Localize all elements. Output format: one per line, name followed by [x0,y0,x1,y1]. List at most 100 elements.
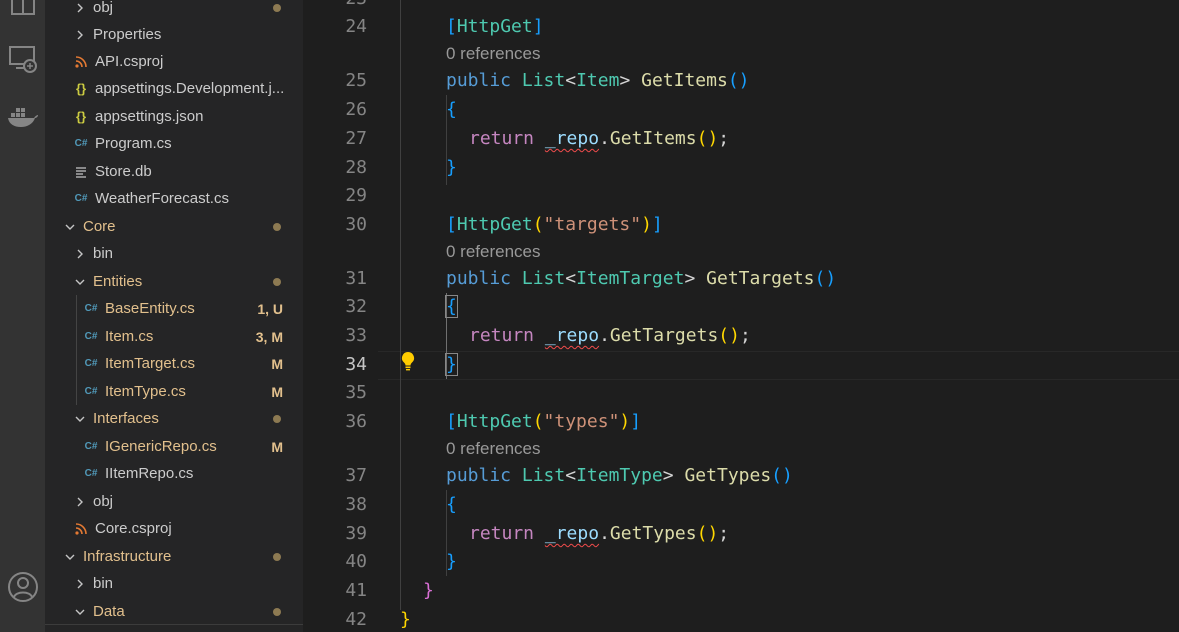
tree-item-label: Entities [93,273,143,290]
tree-folder[interactable]: obj [45,0,303,21]
tree-file[interactable]: API.csproj [45,48,303,75]
chevron-down-icon[interactable] [63,220,77,234]
line-number: 39 [345,523,367,544]
codelens-references[interactable]: 0 references [446,241,541,263]
tree-file[interactable]: C# WeatherForecast.cs [45,185,303,212]
code-line-28: } [446,157,457,178]
tree-file[interactable]: Store.db [45,158,303,185]
tree-file[interactable]: C# IGenericRepo.cs M [45,433,303,460]
csharp-file-icon: C# [84,303,98,314]
csharp-file-icon: C# [84,331,98,342]
tree-folder[interactable]: obj [45,488,303,515]
remote-explorer-icon[interactable] [0,44,45,74]
modified-dot-badge [273,552,281,561]
tree-item-label: appsettings.Development.j... [95,80,285,97]
git-status-badge: M [271,355,283,372]
line-number: 41 [345,580,367,601]
tree-item-label: WeatherForecast.cs [95,190,229,207]
chevron-right-icon[interactable] [73,577,87,591]
git-status-badge: M [271,383,283,400]
code-line-33: return _repo.GetTargets(); [469,325,751,346]
tree-folder[interactable]: Interfaces [45,405,303,432]
git-status-badge: 1, U [257,300,283,317]
line-number: 37 [345,465,367,486]
chevron-right-icon[interactable] [73,28,87,42]
chevron-right-icon[interactable] [73,1,87,15]
line-number: 25 [345,70,367,91]
tree-file[interactable]: C# IItemRepo.cs [45,460,303,487]
line-number: 33 [345,325,367,346]
sidebar-divider [45,624,303,625]
code-line-32: { [445,295,458,318]
modified-dot-badge [273,222,281,231]
codelens-references[interactable]: 0 references [446,43,541,65]
tree-file[interactable]: C# Item.cs 3, M [45,323,303,350]
tree-folder[interactable]: bin [45,240,303,267]
chevron-down-icon[interactable] [73,605,87,619]
tree-item-label: Interfaces [93,410,159,427]
chevron-down-icon[interactable] [63,550,77,564]
code-line-34: } [445,353,458,376]
code-editor[interactable]: 23 24 25 26 27 28 29 30 31 32 33 34 35 36 37 38 39 40 41 42… [303,0,1179,632]
lightbulb-icon[interactable] [401,351,415,375]
tree-file[interactable]: C# BaseEntity.cs 1, U [45,295,303,322]
tree-file[interactable]: C# ItemTarget.cs M [45,350,303,377]
tree-folder[interactable]: Core [45,213,303,240]
database-file-icon [73,166,89,178]
tree-item-label: ItemType.cs [105,383,186,400]
extensions-icon[interactable] [0,0,45,18]
tree-item-label: Store.db [95,163,152,180]
tree-file[interactable]: C# Program.cs [45,130,303,157]
codelens-references[interactable]: 0 references [446,438,541,460]
tree-folder[interactable]: Infrastructure [45,543,303,570]
line-number: 36 [345,411,367,432]
chevron-down-icon[interactable] [73,275,87,289]
git-status-badge: M [271,438,283,455]
csharp-file-icon: C# [84,386,98,397]
modified-dot-badge [273,607,281,616]
tree-folder[interactable]: Data [45,598,303,625]
tree-item-label: IItemRepo.cs [105,465,194,482]
code-line-42: } [400,609,411,630]
code-line-41: } [423,580,434,601]
line-number: 26 [345,99,367,120]
tree-item-label: Item.cs [105,328,154,345]
tree-item-label: Program.cs [95,135,172,152]
modified-dot-badge [273,414,281,423]
tree-folder[interactable]: Entities [45,268,303,295]
tree-file[interactable]: Core.csproj [45,515,303,542]
tree-file[interactable]: {} appsettings.json [45,103,303,130]
explorer-sidebar: obj Properties API.csproj {} appsettings.Dev… [45,0,303,632]
tree-file[interactable]: {} appsettings.Development.j... [45,75,303,102]
json-file-icon: {} [75,81,87,96]
csharp-file-icon: C# [74,193,88,204]
line-number: 40 [345,551,367,572]
line-number: 35 [345,382,367,403]
tree-item-label: ItemTarget.cs [105,355,196,372]
chevron-down-icon[interactable] [73,412,87,426]
tree-item-label: IGenericRepo.cs [105,438,217,455]
tree-folder[interactable]: bin [45,570,303,597]
code-line-31: public List<ItemTarget> GetTargets() [446,268,837,289]
tree-item-label: Infrastructure [83,548,172,565]
indent-guide [400,0,401,610]
code-line-38: { [446,494,457,515]
account-icon[interactable] [0,571,45,603]
git-status-badge: 3, M [255,328,283,345]
tree-item-label: obj [93,0,114,16]
code-line-25: public List<Item> GetItems() [446,70,750,91]
code-line-26: { [446,99,457,120]
chevron-right-icon[interactable] [73,247,87,261]
modified-dot-badge [273,3,281,12]
code-line-39: return _repo.GetTypes(); [469,523,730,544]
tree-item-label: Core [83,218,116,235]
line-number: 34 [345,354,367,375]
docker-icon[interactable] [0,104,45,130]
tree-folder[interactable]: Properties [45,21,303,48]
tree-file[interactable]: C# ItemType.cs M [45,378,303,405]
rss-file-icon [73,522,89,535]
code-line-37: public List<ItemType> GetTypes() [446,465,793,486]
chevron-right-icon[interactable] [73,495,87,509]
tree-item-label: obj [93,493,114,510]
line-number: 42 [345,609,367,630]
